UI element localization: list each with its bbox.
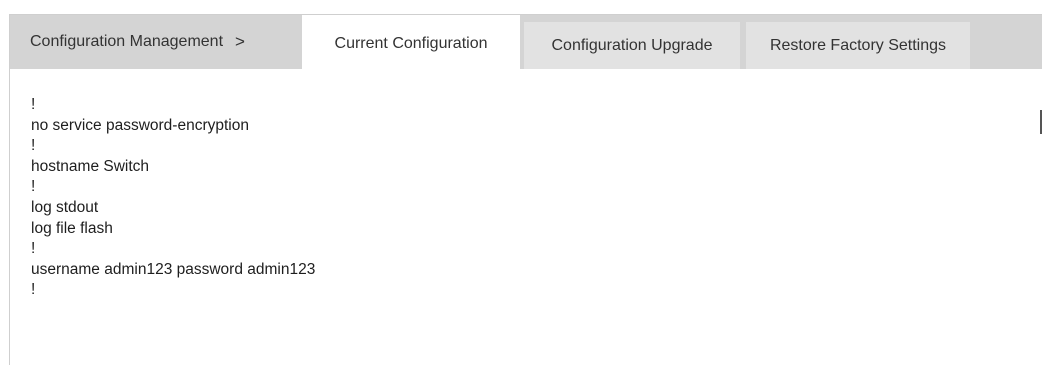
config-text-area[interactable]: ! no service password-encryption ! hostn…: [10, 85, 1035, 366]
breadcrumb-label[interactable]: Configuration Management: [30, 33, 223, 51]
tab-label: Configuration Upgrade: [551, 36, 713, 54]
config-line: log stdout: [31, 198, 99, 216]
config-line: !: [31, 281, 36, 299]
config-line: !: [31, 96, 36, 113]
tab-restore-factory-settings[interactable]: Restore Factory Settings: [746, 22, 970, 69]
config-line: !: [31, 240, 36, 258]
breadcrumb-separator: >: [235, 32, 245, 51]
config-panel: Configuration Management > Current Confi…: [9, 14, 1042, 365]
tab-bar: Configuration Management > Current Confi…: [10, 15, 1042, 73]
tab-label: Restore Factory Settings: [769, 36, 947, 54]
tab-label: Current Configuration: [334, 35, 488, 52]
config-line: username admin123 password admin123: [31, 260, 316, 278]
config-line: !: [31, 178, 36, 196]
breadcrumb: Configuration Management >: [10, 15, 302, 69]
config-line: hostname Switch: [31, 157, 150, 175]
config-line: no service password-encryption: [31, 116, 249, 134]
tab-current-configuration[interactable]: Current Configuration: [302, 15, 520, 73]
config-line: log file flash: [31, 219, 113, 237]
config-line: !: [31, 137, 36, 155]
tab-configuration-upgrade[interactable]: Configuration Upgrade: [524, 22, 740, 69]
